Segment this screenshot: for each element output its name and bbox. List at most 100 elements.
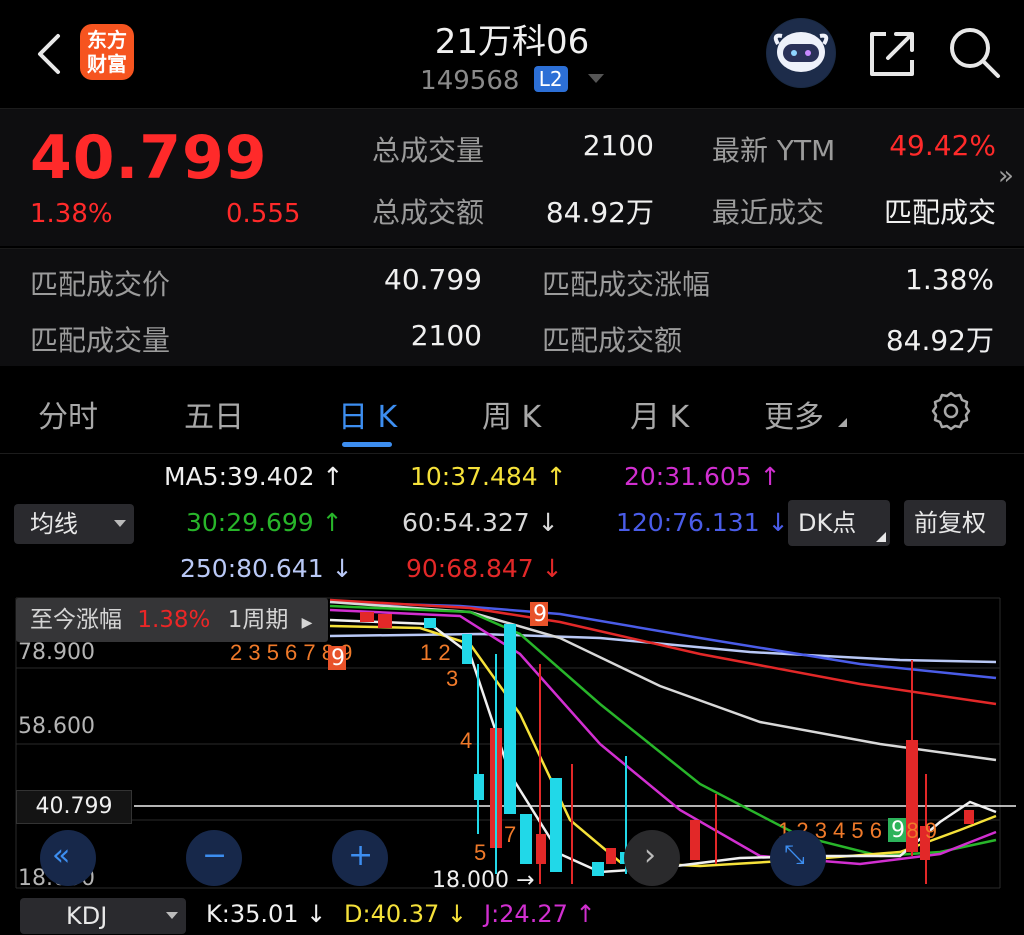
- share-icon[interactable]: [866, 28, 918, 80]
- expand-more-icon[interactable]: »: [998, 161, 1014, 191]
- seq-number: 3: [446, 666, 458, 691]
- y-label-top: 78.900: [18, 640, 95, 665]
- kdj-d-value: D:40.37 ↓: [344, 900, 468, 928]
- ma10-readout: 10:37.484 ↑: [410, 462, 567, 491]
- nine-marker-text: 9: [331, 646, 345, 671]
- candle: [504, 624, 516, 814]
- last-price: 40.799: [30, 123, 268, 193]
- tab-five-day[interactable]: 五日: [184, 392, 244, 436]
- restore-right-button[interactable]: 前复权: [904, 500, 1006, 546]
- dk-point-label: DK点: [798, 509, 857, 537]
- match-amount-label: 匹配成交额: [542, 324, 683, 357]
- ma5-readout: MA5:39.402 ↑: [164, 462, 344, 491]
- total-volume-label: 总成交量: [372, 134, 485, 167]
- candle: [378, 614, 392, 628]
- low-price-marker: 18.000 →: [432, 868, 534, 893]
- period-caret-icon: ▶: [301, 615, 313, 631]
- since-change-bar[interactable]: 至今涨幅 1.38% 1周期 ▶: [16, 598, 328, 642]
- fullscreen-button[interactable]: ⤡: [770, 830, 826, 886]
- ma-select-label: 均线: [30, 510, 78, 538]
- match-pct-label: 匹配成交涨幅: [542, 268, 711, 301]
- seq-number: 7: [504, 822, 516, 847]
- ma-select-caret-icon: [114, 520, 126, 527]
- tab-daily-k[interactable]: 日 K: [338, 392, 397, 436]
- change-value: 0.555: [226, 199, 301, 229]
- search-icon[interactable]: [946, 24, 1002, 80]
- top-bar: 东方 财富 21万科06 149568 L2: [0, 0, 1024, 108]
- period-label: 1周期: [227, 607, 289, 633]
- y-label-mid: 58.600: [18, 714, 95, 739]
- candle: [550, 778, 562, 872]
- tab-more-label: 更多: [764, 400, 824, 435]
- since-label: 至今涨幅: [30, 607, 122, 633]
- low-price-value: 18.000: [432, 868, 509, 893]
- tab-weekly-k[interactable]: 周 K: [482, 392, 541, 436]
- kdj-select[interactable]: KDJ: [20, 898, 186, 934]
- dk-point-corner-icon: [876, 532, 886, 542]
- expand-icon: ⤡: [784, 840, 805, 870]
- tab-timeshare[interactable]: 分时: [38, 392, 98, 436]
- assistant-robot-icon[interactable]: [766, 18, 836, 88]
- current-price-tag: 40.799: [16, 790, 132, 824]
- minus-icon: −: [202, 838, 228, 873]
- zoom-out-button[interactable]: −: [186, 830, 242, 886]
- ma30-readout: 30:29.699 ↑: [186, 508, 343, 537]
- ma-select[interactable]: 均线: [14, 504, 134, 544]
- low-arrow-icon: →: [508, 868, 535, 893]
- match-trade-panel: 匹配成交价 40.799 匹配成交涨幅 1.38% 匹配成交量 2100 匹配成…: [0, 248, 1024, 366]
- seq-number: 4: [460, 728, 472, 753]
- code-dropdown-icon: [587, 74, 604, 83]
- match-price-value: 40.799: [384, 263, 482, 296]
- next-button[interactable]: ›: [624, 830, 680, 886]
- settings-gear-icon[interactable]: [930, 390, 972, 432]
- match-pct-value: 1.38%: [905, 263, 994, 296]
- candle: [964, 810, 974, 824]
- kdj-select-caret-icon: [166, 912, 178, 919]
- since-value: 1.38%: [137, 607, 211, 633]
- dk-point-button[interactable]: DK点: [788, 500, 890, 546]
- security-code: 149568: [420, 66, 520, 96]
- nine-marker-text: 9: [533, 602, 547, 627]
- candle: [536, 834, 546, 864]
- total-amount-value: 84.92万: [545, 196, 654, 229]
- chevron-right-icon: ›: [644, 838, 656, 873]
- candle: [462, 634, 472, 664]
- ma20-readout: 20:31.605 ↑: [624, 462, 781, 491]
- match-amount-value: 84.92万: [885, 324, 994, 357]
- ma60-readout: 60:54.327 ↓: [402, 508, 559, 537]
- ma120-readout: 120:76.131 ↓: [616, 508, 789, 537]
- ma250-readout: 250:80.641 ↓: [180, 554, 353, 583]
- tab-more[interactable]: 更多: [764, 392, 847, 436]
- plus-icon: +: [348, 838, 374, 873]
- ma90-readout: 90:68.847 ↓: [406, 554, 563, 583]
- match-volume-value: 2100: [410, 319, 482, 352]
- tab-more-corner-icon: [837, 418, 847, 427]
- tab-monthly-k[interactable]: 月 K: [630, 392, 689, 436]
- kdj-select-label: KDJ: [66, 902, 108, 930]
- recent-trade-label: 最近成交: [712, 196, 825, 229]
- double-left-icon: «: [52, 838, 71, 873]
- candle: [360, 612, 374, 622]
- change-percent: 1.38%: [30, 199, 113, 229]
- kdj-row: KDJ K:35.01 ↓ D:40.37 ↓ J:24.27 ↑: [0, 898, 1024, 935]
- candle: [690, 820, 700, 860]
- ytm-value: 49.42%: [889, 129, 996, 162]
- zoom-in-button[interactable]: +: [332, 830, 388, 886]
- candle: [520, 814, 532, 864]
- scroll-left-button[interactable]: «: [40, 830, 96, 886]
- quote-panel: 40.799 1.38% 0.555 总成交量 2100 总成交额 84.92万…: [0, 108, 1024, 246]
- match-volume-label: 匹配成交量: [30, 324, 171, 357]
- seq-number: 5: [474, 840, 486, 865]
- recent-trade-value: 匹配成交: [883, 196, 996, 229]
- nine-marker-text: 9: [891, 818, 905, 843]
- active-tab-underline: [342, 442, 392, 447]
- candle: [474, 774, 484, 800]
- kdj-j-value: J:24.27 ↑: [484, 900, 596, 928]
- candle: [592, 862, 604, 876]
- level2-badge: L2: [533, 66, 568, 92]
- total-volume-value: 2100: [582, 129, 654, 162]
- ytm-label: 最新 YTM: [712, 134, 836, 167]
- match-price-label: 匹配成交价: [30, 268, 171, 301]
- period-tabs: 分时 五日 日 K 周 K 月 K 更多: [0, 372, 1024, 454]
- total-amount-label: 总成交额: [372, 196, 485, 229]
